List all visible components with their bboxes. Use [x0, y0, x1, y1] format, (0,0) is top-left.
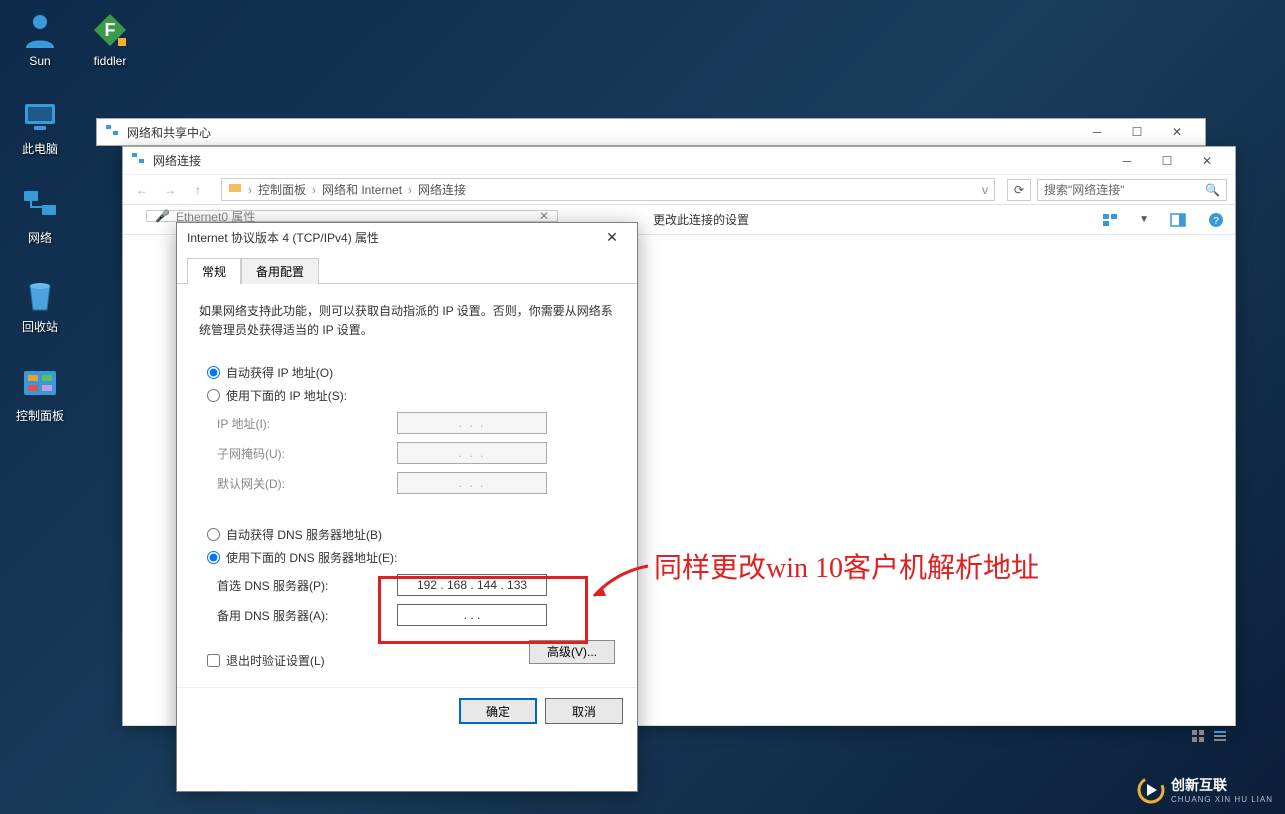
- dialog-tcpipv4-properties: Internet 协议版本 4 (TCP/IPv4) 属性 ✕ 常规 备用配置 …: [176, 222, 638, 792]
- help-icon[interactable]: ?: [1207, 211, 1225, 229]
- window-controls: ─ ☐ ✕: [1107, 149, 1227, 173]
- radio-auto-dns[interactable]: [207, 528, 220, 541]
- breadcrumb-item[interactable]: 控制面板: [258, 181, 306, 198]
- dialog-title: Internet 协议版本 4 (TCP/IPv4) 属性: [187, 229, 379, 246]
- label-subnet-mask: 子网掩码(U):: [217, 445, 397, 462]
- search-placeholder: 搜索"网络连接": [1044, 181, 1125, 198]
- dropdown-icon[interactable]: ▼: [1139, 214, 1149, 225]
- input-ip-address: . . .: [397, 412, 547, 434]
- view-icon-large[interactable]: [1191, 729, 1205, 746]
- close-button[interactable]: ✕: [1187, 149, 1227, 173]
- mic-icon: 🎤: [155, 209, 170, 223]
- radio-manual-ip[interactable]: [207, 389, 220, 402]
- radio-auto-ip-label: 自动获得 IP 地址(O): [226, 364, 333, 381]
- toolbar-change-settings[interactable]: 更改此连接的设置: [653, 211, 749, 228]
- nav-up-button[interactable]: ↑: [187, 183, 209, 197]
- breadcrumb-item[interactable]: 网络连接: [418, 181, 466, 198]
- breadcrumb[interactable]: › 控制面板 › 网络和 Internet › 网络连接 v: [221, 178, 995, 201]
- nav-forward-button[interactable]: →: [159, 183, 181, 197]
- dialog-footer: 确定 取消: [177, 687, 637, 734]
- desktop-icon-recycle[interactable]: 回收站: [10, 274, 70, 335]
- desktop-icon-label: 回收站: [22, 318, 58, 335]
- desktop-icon-thispc[interactable]: 此电脑: [10, 96, 70, 157]
- close-icon[interactable]: ✕: [539, 209, 549, 223]
- tabs: 常规 备用配置: [177, 257, 637, 284]
- user-icon: [20, 10, 60, 50]
- recycle-bin-icon: [20, 274, 60, 314]
- dialog-body: 如果网络支持此功能，则可以获取自动指派的 IP 设置。否则，你需要从网络系统管理…: [177, 284, 637, 687]
- input-preferred-dns[interactable]: 192 . 168 . 144 . 133: [397, 574, 547, 596]
- radio-manual-ip-label: 使用下面的 IP 地址(S):: [226, 387, 347, 404]
- desktop-icon-control-panel[interactable]: 控制面板: [10, 363, 70, 424]
- watermark-sub: CHUANG XIN HU LIAN: [1171, 795, 1273, 804]
- annotation-text: 同样更改win 10客户机解析地址: [654, 546, 1039, 586]
- checkbox-validate-on-exit[interactable]: [207, 654, 220, 667]
- svg-text:?: ?: [1213, 216, 1219, 227]
- label-alternate-dns: 备用 DNS 服务器(A):: [217, 607, 397, 624]
- desktop-icon-network[interactable]: 网络: [10, 185, 70, 246]
- label-preferred-dns: 首选 DNS 服务器(P):: [217, 577, 397, 594]
- fiddler-icon: F: [90, 10, 130, 50]
- nav-back-button[interactable]: ←: [131, 183, 153, 197]
- maximize-button[interactable]: ☐: [1117, 120, 1157, 144]
- breadcrumb-item[interactable]: 网络和 Internet: [322, 181, 402, 198]
- search-input[interactable]: 搜索"网络连接" 🔍: [1037, 179, 1227, 201]
- advanced-button[interactable]: 高级(V)...: [529, 640, 615, 664]
- input-alternate-dns[interactable]: . . .: [397, 604, 547, 626]
- input-subnet-mask: . . .: [397, 442, 547, 464]
- window-icon: [131, 151, 145, 170]
- desktop-icons-column-2: F fiddler: [80, 10, 140, 68]
- desktop-icon-sun[interactable]: Sun: [10, 10, 70, 68]
- radio-auto-dns-label: 自动获得 DNS 服务器地址(B): [226, 526, 382, 543]
- svg-text:F: F: [105, 20, 116, 40]
- window-ethernet0-properties: 🎤 Ethernet0 属性 ✕: [146, 210, 558, 222]
- dropdown-icon[interactable]: v: [982, 183, 988, 197]
- computer-icon: [20, 96, 60, 136]
- window-title: 网络连接: [153, 152, 201, 169]
- description-text: 如果网络支持此功能，则可以获取自动指派的 IP 设置。否则，你需要从网络系统管理…: [199, 302, 615, 340]
- checkbox-validate-label: 退出时验证设置(L): [226, 652, 325, 669]
- tab-general[interactable]: 常规: [187, 258, 241, 284]
- desktop-icons-column: Sun 此电脑 网络 回收站 控制面板: [10, 10, 70, 424]
- tab-alternate-config[interactable]: 备用配置: [241, 258, 319, 284]
- radio-auto-ip[interactable]: [207, 366, 220, 379]
- close-button[interactable]: ✕: [597, 229, 627, 246]
- window-network-sharing-center: 网络和共享中心 ─ ☐ ✕: [96, 118, 1206, 146]
- desktop-icon-label: 此电脑: [22, 140, 58, 157]
- close-button[interactable]: ✕: [1157, 120, 1197, 144]
- minimize-button[interactable]: ─: [1107, 149, 1147, 173]
- navbar: ← → ↑ › 控制面板 › 网络和 Internet › 网络连接 v ⟳ 搜…: [123, 175, 1235, 205]
- desktop-icon-label: 网络: [28, 229, 52, 246]
- watermark: 创新互联 CHUANG XIN HU LIAN: [1137, 775, 1273, 804]
- window-title: 网络和共享中心: [127, 124, 211, 141]
- maximize-button[interactable]: ☐: [1147, 149, 1187, 173]
- search-icon: 🔍: [1205, 183, 1220, 197]
- folder-icon: [228, 181, 242, 198]
- titlebar[interactable]: 网络连接 ─ ☐ ✕: [123, 147, 1235, 175]
- radio-manual-dns-label: 使用下面的 DNS 服务器地址(E):: [226, 549, 397, 566]
- view-options-icon[interactable]: [1101, 211, 1119, 229]
- view-icon-details[interactable]: [1213, 729, 1227, 746]
- minimize-button[interactable]: ─: [1077, 120, 1117, 144]
- desktop-icon-fiddler[interactable]: F fiddler: [80, 10, 140, 68]
- ok-button[interactable]: 确定: [459, 698, 537, 724]
- desktop-icon-label: 控制面板: [16, 407, 64, 424]
- desktop-icon-label: fiddler: [94, 54, 127, 68]
- watermark-brand: 创新互联: [1171, 775, 1273, 795]
- label-default-gateway: 默认网关(D):: [217, 475, 397, 492]
- desktop-icon-label: Sun: [29, 54, 50, 68]
- label-ip-address: IP 地址(I):: [217, 415, 397, 432]
- cancel-button[interactable]: 取消: [545, 698, 623, 724]
- input-default-gateway: . . .: [397, 472, 547, 494]
- watermark-logo-icon: [1137, 776, 1165, 804]
- control-panel-icon: [20, 363, 60, 403]
- refresh-button[interactable]: ⟳: [1007, 179, 1031, 201]
- window-controls: ─ ☐ ✕: [1077, 120, 1197, 144]
- radio-manual-dns[interactable]: [207, 551, 220, 564]
- preview-pane-icon[interactable]: [1169, 211, 1187, 229]
- titlebar[interactable]: Internet 协议版本 4 (TCP/IPv4) 属性 ✕: [177, 223, 637, 251]
- window-icon: [105, 123, 119, 142]
- network-icon: [20, 185, 60, 225]
